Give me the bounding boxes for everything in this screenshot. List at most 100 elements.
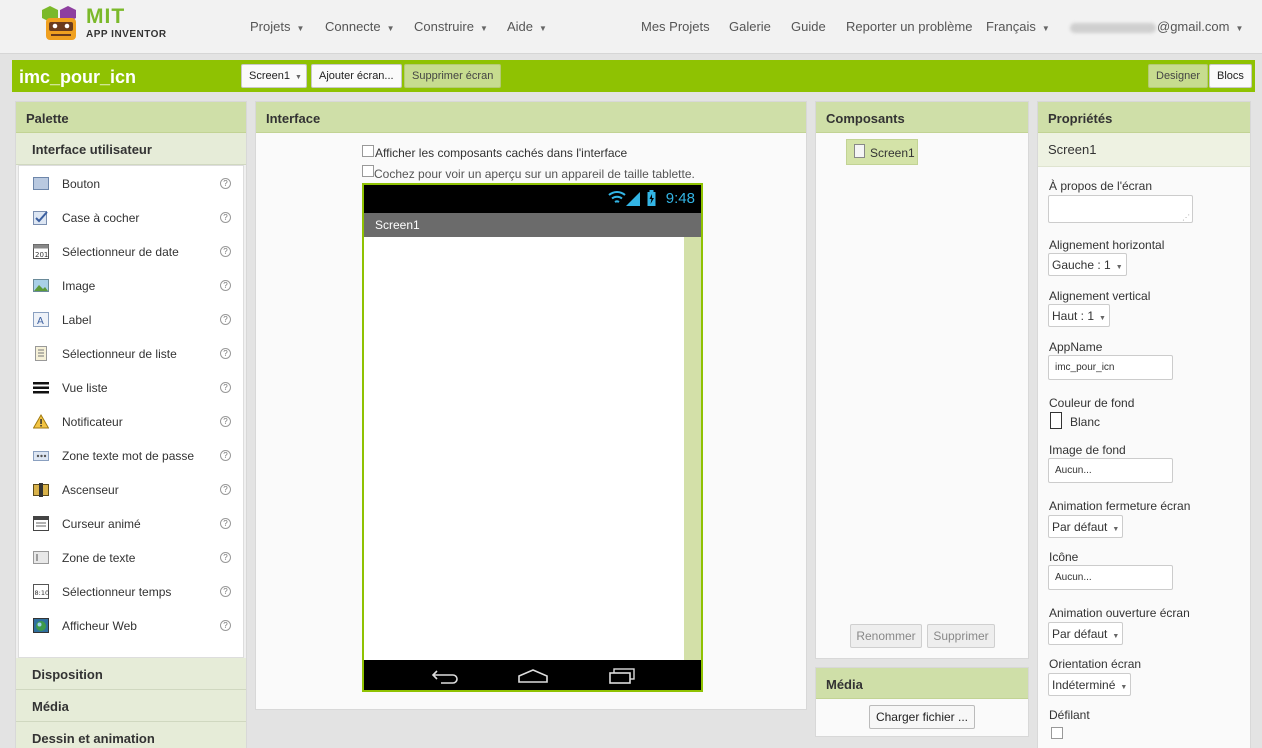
phone-scrollbar[interactable] (684, 237, 701, 660)
appname-label: AppName (1049, 340, 1103, 354)
logo-title: MIT (86, 5, 126, 28)
menu-projets[interactable]: Projets ▼ (250, 19, 304, 34)
properties-title: Propriétés (1038, 102, 1250, 133)
designer-button[interactable]: Designer (1148, 64, 1209, 88)
redacted-email (1070, 22, 1156, 33)
language-menu[interactable]: Français ▼ (986, 19, 1050, 34)
help-icon[interactable]: ? (220, 450, 231, 461)
palette-item-textbox[interactable]: Zone de texte ? (19, 540, 243, 574)
app-inventor-logo[interactable]: MIT APP INVENTOR (40, 4, 180, 48)
chevron-down-icon: ▼ (386, 24, 395, 33)
palette-item-datepicker[interactable]: 201 Sélectionneur de date ? (19, 234, 243, 268)
tablet-preview-checkbox[interactable] (362, 165, 374, 177)
palette-item-button[interactable]: Bouton ? (19, 166, 243, 200)
icon-picker[interactable]: Aucun... (1048, 565, 1173, 590)
help-icon[interactable]: ? (220, 416, 231, 427)
category-layout[interactable]: Disposition (16, 658, 246, 690)
components-title: Composants (816, 102, 1028, 133)
palette-item-list: Bouton ? Case à cocher ? 201 Sélectionne… (18, 165, 244, 658)
phone-clock: 9:48 (665, 190, 695, 207)
screen-icon (854, 144, 865, 158)
help-icon[interactable]: ? (220, 484, 231, 495)
wifi-icon (608, 191, 626, 203)
home-icon[interactable] (517, 668, 549, 684)
screen-select[interactable]: Screen1 ▼ (241, 64, 307, 88)
palette-item-checkbox[interactable]: Case à cocher ? (19, 200, 243, 234)
help-icon[interactable]: ? (220, 382, 231, 393)
help-icon[interactable]: ? (220, 212, 231, 223)
category-drawing-animation[interactable]: Dessin et animation (16, 722, 246, 748)
delete-button[interactable]: Supprimer (927, 624, 995, 648)
orientation-select[interactable]: Indéterminé ▼ (1048, 673, 1132, 696)
chevron-down-icon: ▼ (1099, 315, 1106, 322)
menu-connecte[interactable]: Connecte ▼ (325, 19, 395, 34)
rename-button[interactable]: Renommer (850, 624, 922, 648)
close-anim-select[interactable]: Par défaut ▼ (1048, 515, 1124, 538)
recent-apps-icon[interactable] (608, 668, 636, 684)
help-icon[interactable]: ? (220, 620, 231, 631)
link-guide[interactable]: Guide (791, 19, 826, 34)
bgimage-picker[interactable]: Aucun... (1048, 458, 1173, 483)
help-icon[interactable]: ? (220, 586, 231, 597)
calendar-icon: 201 (33, 244, 49, 259)
palette-item-spinner[interactable]: Curseur animé ? (19, 506, 243, 540)
palette-item-image[interactable]: Image ? (19, 268, 243, 302)
chevron-down-icon: ▼ (296, 24, 305, 33)
link-report-problem[interactable]: Reporter un problème (846, 19, 972, 34)
palette-item-label[interactable]: A Label ? (19, 302, 243, 336)
listview-icon (33, 382, 49, 394)
help-icon[interactable]: ? (220, 280, 231, 291)
bgcolor-value[interactable]: Blanc (1070, 415, 1100, 429)
add-screen-button[interactable]: Ajouter écran... (311, 64, 402, 88)
help-icon[interactable]: ? (220, 518, 231, 529)
show-hidden-checkbox[interactable] (362, 145, 374, 157)
valign-select[interactable]: Haut : 1 ▼ (1048, 304, 1110, 327)
palette-item-password[interactable]: Zone texte mot de passe ? (19, 438, 243, 472)
battery-icon (647, 190, 656, 206)
open-anim-select[interactable]: Par défaut ▼ (1048, 622, 1124, 645)
resize-handle-icon: ⋰ (1182, 213, 1190, 222)
palette-item-slider[interactable]: Ascenseur ? (19, 472, 243, 506)
palette-item-listpicker[interactable]: Sélectionneur de liste ? (19, 336, 243, 370)
remove-screen-button[interactable]: Supprimer écran (404, 64, 502, 88)
chevron-down-icon: ▼ (1235, 24, 1244, 33)
upload-file-button[interactable]: Charger fichier ... (869, 705, 975, 729)
valign-label: Alignement vertical (1049, 289, 1151, 303)
category-user-interface[interactable]: Interface utilisateur (16, 133, 246, 165)
phone-preview[interactable]: 9:48 Screen1 (362, 183, 703, 692)
textbox-icon (33, 551, 49, 564)
component-tree-screen1[interactable]: Screen1 (846, 139, 918, 165)
viewer-title: Interface (256, 102, 806, 133)
link-galerie[interactable]: Galerie (729, 19, 771, 34)
link-mes-projets[interactable]: Mes Projets (641, 19, 710, 34)
help-icon[interactable]: ? (220, 314, 231, 325)
account-menu[interactable]: @gmail.com ▼ (1070, 19, 1243, 34)
chevron-down-icon: ▼ (1112, 526, 1120, 533)
appname-input[interactable]: imc_pour_icn (1048, 355, 1173, 380)
help-icon[interactable]: ? (220, 246, 231, 257)
about-screen-label: À propos de l'écran (1049, 179, 1153, 193)
color-swatch[interactable] (1050, 412, 1062, 429)
media-title: Média (816, 668, 1028, 699)
blocks-button[interactable]: Blocs (1209, 64, 1252, 88)
menu-construire[interactable]: Construire ▼ (414, 19, 488, 34)
help-icon[interactable]: ? (220, 348, 231, 359)
halign-select[interactable]: Gauche : 1 ▼ (1048, 253, 1127, 276)
chevron-down-icon: ▼ (1115, 264, 1123, 271)
menu-aide[interactable]: Aide ▼ (507, 19, 547, 34)
chevron-down-icon: ▼ (1041, 24, 1050, 33)
palette-item-webviewer[interactable]: Afficheur Web ? (19, 608, 243, 642)
palette-item-notifier[interactable]: Notificateur ? (19, 404, 243, 438)
label-icon: A (33, 312, 49, 327)
about-screen-textarea[interactable]: ⋰ (1048, 195, 1193, 223)
palette-item-listview[interactable]: Vue liste ? (19, 370, 243, 404)
properties-subject: Screen1 (1038, 133, 1250, 167)
palette-item-timepicker[interactable]: 8:10 Sélectionneur temps ? (19, 574, 243, 608)
back-icon[interactable] (431, 668, 459, 684)
chevron-down-icon: ▼ (294, 74, 302, 81)
scrollable-checkbox[interactable] (1051, 727, 1063, 739)
help-icon[interactable]: ? (220, 178, 231, 189)
chevron-down-icon: ▼ (1120, 684, 1128, 691)
category-media[interactable]: Média (16, 690, 246, 722)
help-icon[interactable]: ? (220, 552, 231, 563)
